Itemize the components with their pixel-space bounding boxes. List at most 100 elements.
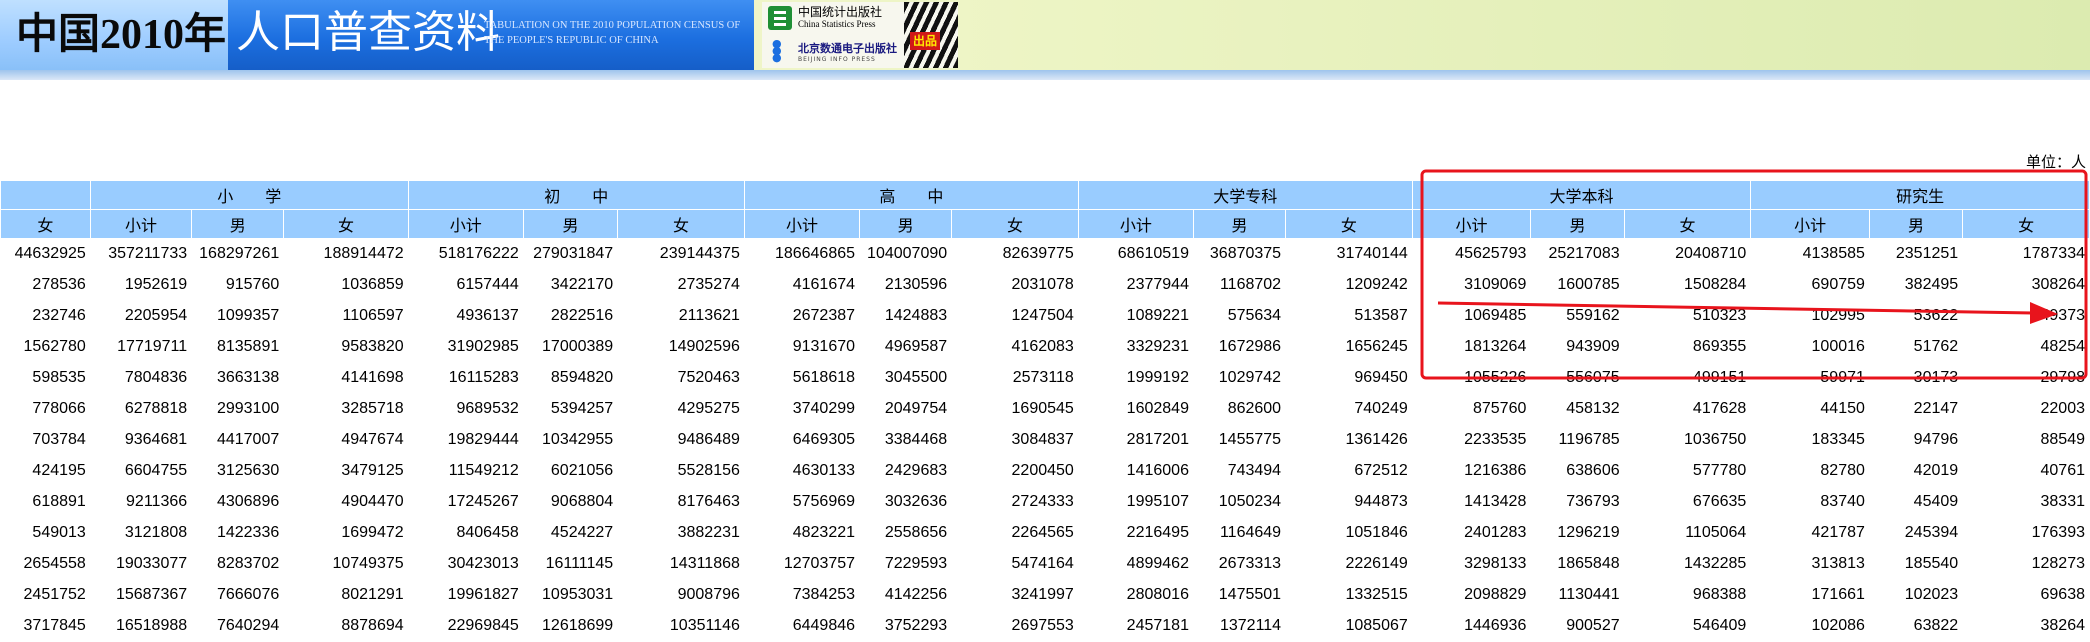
table-cell: 8283702 [191,548,285,580]
table-cell: 279031847 [522,238,619,270]
table-cell: 44632925 [0,238,91,270]
table-cell: 3121808 [89,517,193,549]
table-cell: 6469305 [743,424,861,456]
table-cell: 100016 [1750,331,1870,363]
sub-header-cell: 小计 [743,209,861,239]
digital-press-name-en: BEIJING INFO PRESS [798,56,876,63]
table-cell: 1508284 [1623,269,1752,301]
table-cell: 38331 [1962,486,2090,518]
table-cell: 45625793 [1411,238,1532,270]
table-cell: 63822 [1868,610,1964,642]
table-cell: 8406458 [407,517,524,549]
table-cell: 2808016 [1077,579,1194,611]
table-row: 1562780 17719711 8135891 9583820 31902985 170… [0,331,2090,363]
table-cell: 8878694 [283,610,409,642]
table-cell: 40761 [1962,455,2090,487]
table-cell: 3384468 [859,424,953,456]
table-cell: 1036750 [1623,424,1752,456]
table-cell: 17719711 [89,331,193,363]
table-cell: 357211733 [89,238,193,270]
table-cell: 17245267 [407,486,524,518]
table-cell: 1424883 [859,300,953,332]
table-cell: 168297261 [191,238,285,270]
table-cell: 556075 [1530,362,1625,394]
table-cell: 102086 [1750,610,1870,642]
table-cell: 1813264 [1411,331,1532,363]
table-cell: 2031078 [951,269,1079,301]
table-row: 778066 6278818 2993100 3285718 9689532 539425… [0,393,2090,425]
group-header-cell [0,180,91,210]
sub-header-row: 女小计男女小计男女小计男女小计男女小计男女小计男女 [0,209,2090,239]
table-row: 2654558 19033077 8283702 10749375 30423013 16… [0,548,2090,580]
table-cell: 9068804 [522,486,619,518]
table-cell: 1029742 [1192,362,1287,394]
table-cell: 8176463 [617,486,745,518]
table-row: 598535 7804836 3663138 4141698 16115283 85948… [0,362,2090,394]
table-cell: 577780 [1623,455,1752,487]
table-cell: 1105064 [1623,517,1752,549]
table-cell: 3298133 [1411,548,1532,580]
table-cell: 4417007 [191,424,285,456]
table-cell: 4295275 [617,393,745,425]
table-cell: 3032636 [859,486,953,518]
table-cell: 171661 [1750,579,1870,611]
table-cell: 4162083 [951,331,1079,363]
table-cell: 31902985 [407,331,524,363]
table-cell: 2233535 [1411,424,1532,456]
table-cell: 38264 [1962,610,2090,642]
digital-press-icon: ● ● ● [772,37,782,64]
table-cell: 3125630 [191,455,285,487]
table-cell: 6021056 [522,455,619,487]
table-cell: 4823221 [743,517,861,549]
group-header-cell: 大学专科 [1077,180,1413,210]
table-cell: 1690545 [951,393,1079,425]
table-cell: 88549 [1962,424,2090,456]
table-cell: 5756969 [743,486,861,518]
table-cell: 736793 [1530,486,1625,518]
table-cell: 68610519 [1077,238,1194,270]
table-cell: 2697553 [951,610,1079,642]
table-cell: 239144375 [617,238,745,270]
sub-header-cell: 女 [951,209,1079,239]
sub-header-cell: 女 [1962,209,2090,239]
table-cell: 10749375 [283,548,409,580]
table-cell: 30423013 [407,548,524,580]
header-underline [0,70,2090,80]
table-cell: 1602849 [1077,393,1194,425]
table-cell: 313813 [1750,548,1870,580]
sub-header-cell: 男 [191,209,285,239]
table-cell: 102995 [1750,300,1870,332]
table-cell: 3109069 [1411,269,1532,301]
table-cell: 104007090 [859,238,953,270]
table-cell: 2205954 [89,300,193,332]
table-cell: 638606 [1530,455,1625,487]
table-cell: 278536 [0,269,91,301]
table-cell: 3663138 [191,362,285,394]
table-cell: 1416006 [1077,455,1194,487]
table-cell: 2451752 [0,579,91,611]
table-cell: 10953031 [522,579,619,611]
table-cell: 53622 [1868,300,1964,332]
table-cell: 94796 [1868,424,1964,456]
table-cell: 1787334 [1962,238,2090,270]
table-cell: 9689532 [407,393,524,425]
table-cell: 1332515 [1285,579,1413,611]
group-header-cell: 大学本科 [1411,180,1752,210]
table-cell: 7804836 [89,362,193,394]
table-cell: 82780 [1750,455,1870,487]
sub-header-cell: 女 [0,209,91,239]
table-cell: 900527 [1530,610,1625,642]
table-cell: 1069485 [1411,300,1532,332]
table-cell: 3479125 [283,455,409,487]
table-cell: 2654558 [0,548,91,580]
table-cell: 2673313 [1192,548,1287,580]
sub-header-cell: 女 [1623,209,1752,239]
table-cell: 36870375 [1192,238,1287,270]
table-cell: 546409 [1623,610,1752,642]
table-cell: 549013 [0,517,91,549]
table-cell: 1361426 [1285,424,1413,456]
table-cell: 22147 [1868,393,1964,425]
table-cell: 417628 [1623,393,1752,425]
table-row: 618891 9211366 4306896 4904470 17245267 90688… [0,486,2090,518]
table-cell: 1699472 [283,517,409,549]
